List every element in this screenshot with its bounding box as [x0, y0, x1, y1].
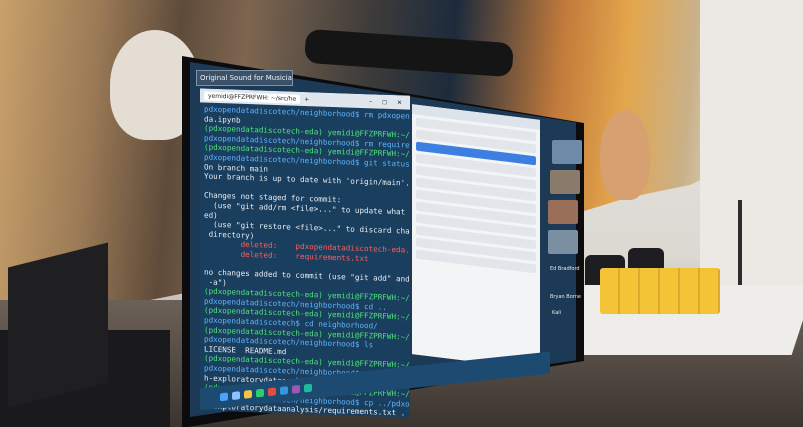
- terminal-tab[interactable]: yemidi@FFZPRFWH: ~/src/he: [204, 90, 301, 104]
- app-icon[interactable]: [292, 384, 300, 394]
- start-icon[interactable]: [220, 392, 228, 402]
- browser-window[interactable]: [412, 104, 540, 370]
- app-icon[interactable]: [280, 386, 288, 395]
- window-controls[interactable]: – ◻ ✕: [369, 98, 406, 106]
- photo-scene: Original Sound for Musicians: Off yemidi…: [0, 0, 803, 427]
- participant-video[interactable]: [548, 200, 578, 224]
- laptop: [8, 242, 108, 408]
- participant-video[interactable]: [552, 140, 582, 164]
- mural-figure: [600, 110, 650, 200]
- snack-boxes: [600, 268, 720, 314]
- wall-right: [700, 0, 803, 300]
- app-icon[interactable]: [304, 383, 312, 393]
- participant-video[interactable]: [550, 170, 580, 194]
- participant-name: Kali: [552, 310, 562, 316]
- app-icon[interactable]: [268, 387, 276, 397]
- sanitizer-stand: [738, 200, 742, 295]
- terminal-window[interactable]: yemidi@FFZPRFWH: ~/src/he + – ◻ ✕ pdxope…: [200, 88, 410, 418]
- folder-icon[interactable]: [244, 389, 252, 399]
- participant-video[interactable]: [548, 230, 578, 254]
- zoom-sound-toggle[interactable]: Original Sound for Musicians: Off: [196, 70, 293, 86]
- search-icon[interactable]: [232, 391, 240, 401]
- new-tab-icon[interactable]: +: [304, 95, 309, 102]
- participant-name: Bryan Borne: [550, 294, 581, 300]
- participant-name: Ed Bradford: [550, 266, 580, 272]
- app-icon[interactable]: [256, 388, 264, 398]
